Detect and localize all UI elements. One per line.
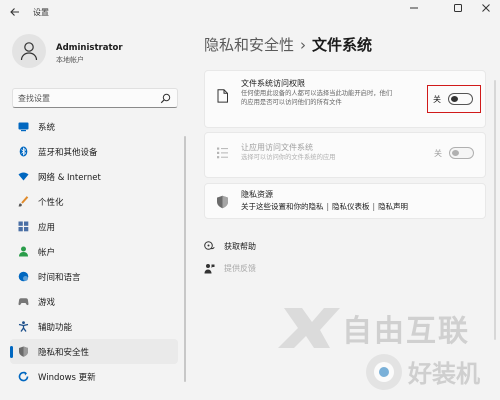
link-separator: | [326,202,330,211]
sidebar-item-windows-update[interactable]: Windows 更新 [10,364,178,389]
sidebar-item-system[interactable]: 系统 [10,114,178,139]
wifi-icon [18,172,29,181]
close-icon[interactable] [476,3,496,17]
sidebar-item-bluetooth[interactable]: 蓝牙和其他设备 [10,139,178,164]
sidebar-scrollbar[interactable] [184,136,186,382]
search-box[interactable] [12,88,178,108]
setting-title: 隐私资源 [241,190,273,199]
accessibility-icon [18,321,29,332]
sidebar-nav: 系统 蓝牙和其他设备 网络 & Internet 个性化 应用 帐户 时间和语言… [10,114,180,389]
get-help-label: 获取帮助 [224,242,256,251]
sidebar-item-accessibility[interactable]: 辅助功能 [10,314,178,339]
shield-icon [217,195,228,209]
sidebar-item-gaming[interactable]: 游戏 [10,289,178,314]
sidebar-item-label: 网络 & Internet [38,173,101,183]
link-separator: | [372,202,376,211]
sidebar-item-label: 蓝牙和其他设备 [38,148,98,158]
sidebar-item-personalization[interactable]: 个性化 [10,189,178,214]
page-title: 文件系统 [312,36,373,54]
sidebar-item-label: 游戏 [38,298,56,308]
document-icon [217,89,228,103]
sidebar-item-network[interactable]: 网络 & Internet [10,164,178,189]
watermark-brand1: 自由互联 [342,314,470,349]
privacy-link-statement[interactable]: 隐私声明 [378,202,408,211]
user-profile[interactable]: Administrator 本地帐户 [12,34,192,74]
sidebar-item-time-language[interactable]: 时间和语言 [10,264,178,289]
privacy-link-about[interactable]: 关于这些设置和你的隐私 [241,202,324,211]
sidebar-item-accounts[interactable]: 帐户 [10,239,178,264]
bluetooth-icon [19,146,28,157]
app-file-access-card: 让应用访问文件系统 选择可以访问你的文件系统的应用 关 [204,132,486,178]
sidebar-item-label: Windows 更新 [38,373,96,383]
gamepad-icon [18,298,29,306]
user-icon [20,42,38,61]
list-icon [217,147,228,159]
avatar [12,34,46,68]
shield-icon [19,346,28,357]
minimize-icon[interactable] [404,3,424,17]
system-icon [18,122,29,132]
watermark-brand2-icon: 好装机 [366,354,480,390]
title-bar: 设置 [0,0,500,26]
toggle-state-label: 关 [434,149,442,158]
setting-description: 选择可以访问你的文件系统的应用 [241,154,336,161]
sidebar-item-label: 时间和语言 [38,273,81,283]
sidebar-item-privacy-security[interactable]: 隐私和安全性 [10,339,178,364]
setting-title: 让应用访问文件系统 [241,143,313,152]
setting-title: 文件系统访问权限 [241,79,305,88]
app-file-access-toggle[interactable] [449,147,474,159]
privacy-link-dashboard[interactable]: 隐私仪表板 [332,202,370,211]
feedback-icon [204,264,215,274]
maximize-icon[interactable] [448,3,468,17]
account-icon [19,246,28,257]
file-system-access-card: 文件系统访问权限 任何使用此设备的人都可以选择当此功能开启时，他们的应用是否可以… [204,70,486,128]
help-chat-icon [204,241,215,250]
breadcrumb: 隐私和安全性 › 文件系统 [204,34,372,55]
active-indicator [10,346,13,358]
apps-icon [18,221,29,232]
sidebar-item-apps[interactable]: 应用 [10,214,178,239]
toggle-knob [451,96,458,102]
sidebar-item-label: 辅助功能 [38,323,73,333]
privacy-links: 关于这些设置和你的隐私 | 隐私仪表板 | 隐私声明 [241,201,408,212]
breadcrumb-parent[interactable]: 隐私和安全性 [204,36,294,54]
sidebar-item-label: 应用 [38,223,56,233]
profile-account-type: 本地帐户 [56,56,84,64]
sidebar-item-label: 系统 [38,123,56,133]
sidebar-item-label: 个性化 [38,198,64,208]
file-system-access-toggle[interactable] [448,93,473,105]
toggle-knob [452,150,459,156]
profile-name: Administrator [56,43,123,53]
sidebar-item-label: 帐户 [38,248,56,258]
feedback-label: 提供反馈 [224,264,256,273]
update-icon [18,371,29,382]
watermark-brand2: 好装机 [407,360,480,388]
brush-icon [18,196,29,207]
search-input[interactable] [18,92,158,105]
privacy-resources-card: 隐私资源 关于这些设置和你的隐私 | 隐私仪表板 | 隐私声明 [204,183,486,219]
toggle-state-label: 关 [433,95,441,104]
highlight-box: 关 [427,85,481,113]
watermark-logo-icon: 自由互联 [278,308,470,349]
globe-clock-icon [18,271,29,282]
breadcrumb-separator: › [300,36,307,54]
app-title: 设置 [33,8,49,17]
main-scrollbar[interactable] [494,80,496,340]
back-arrow-icon[interactable] [8,6,22,20]
setting-description: 任何使用此设备的人都可以选择当此功能开启时，他们的应用是否可以访问他们的所有文件 [241,90,393,106]
search-icon[interactable] [160,93,171,104]
sidebar-item-label: 隐私和安全性 [38,348,90,358]
